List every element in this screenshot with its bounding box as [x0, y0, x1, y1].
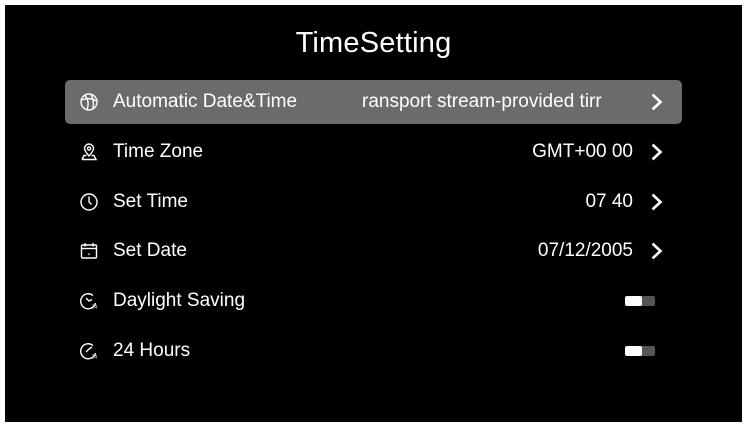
page-title: TimeSetting — [295, 27, 452, 59]
time-setting-screen: TimeSetting Automatic Date&Time ransport… — [5, 5, 742, 422]
daylight-clock-icon: 24 — [79, 291, 99, 311]
setting-label: Daylight Saving — [113, 290, 246, 312]
chevron-right-icon[interactable] — [650, 92, 664, 112]
clock-icon — [79, 192, 99, 212]
toggle-knob — [625, 296, 642, 307]
calendar-icon — [79, 241, 99, 261]
setting-label: 24 Hours — [113, 339, 191, 361]
settings-list: Automatic Date&Time ransport stream-prov… — [65, 80, 682, 379]
globe-icon — [79, 92, 99, 112]
daylight-saving-toggle[interactable] — [625, 296, 655, 307]
svg-text:24: 24 — [92, 305, 98, 311]
location-pin-icon — [79, 142, 99, 162]
toggle-knob — [625, 345, 642, 356]
setting-label: Set Time — [113, 190, 188, 212]
chevron-right-icon[interactable] — [650, 142, 664, 162]
setting-row-automatic-date-time[interactable]: Automatic Date&Time ransport stream-prov… — [65, 80, 682, 124]
setting-row-set-time[interactable]: Set Time 07 40 — [65, 180, 682, 224]
chevron-right-icon[interactable] — [650, 241, 664, 261]
setting-value: 07/12/2005 — [537, 240, 633, 262]
24-hours-toggle[interactable] — [625, 345, 655, 356]
clock-24-icon: 24 — [79, 341, 99, 361]
setting-value: 07 40 — [585, 190, 633, 212]
setting-label: Automatic Date&Time — [113, 91, 298, 112]
setting-label: Set Date — [113, 240, 187, 262]
setting-row-24-hours[interactable]: 24 24 Hours — [65, 329, 682, 373]
setting-value: GMT+00 00 — [532, 140, 633, 162]
setting-label: Time Zone — [113, 140, 204, 162]
setting-row-time-zone[interactable]: Time Zone GMT+00 00 — [65, 130, 682, 174]
chevron-right-icon[interactable] — [650, 192, 664, 212]
svg-text:24: 24 — [92, 354, 98, 360]
setting-row-set-date[interactable]: Set Date 07/12/2005 — [65, 229, 682, 273]
setting-row-daylight-saving[interactable]: 24 Daylight Saving — [65, 279, 682, 323]
setting-value: ransport stream-provided tirr — [362, 91, 602, 112]
